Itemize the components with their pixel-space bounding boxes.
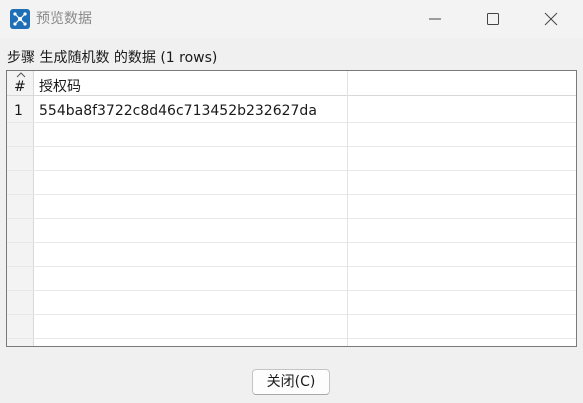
- grid-line: [7, 146, 576, 147]
- app-logo-icon: [10, 9, 30, 29]
- table-cell-auth-code[interactable]: 554ba8f3722c8d46c713452b232627da: [39, 101, 317, 121]
- header-separator: [7, 95, 576, 96]
- window-title: 预览数据: [36, 11, 92, 27]
- close-button[interactable]: 关闭(C): [252, 369, 330, 395]
- minimize-icon: [429, 18, 441, 20]
- minimize-button[interactable]: [410, 0, 460, 38]
- column-divider: [347, 71, 348, 346]
- maximize-icon: [487, 13, 499, 25]
- grid-line: [7, 122, 576, 123]
- grid-line: [7, 218, 576, 219]
- row-number: 1: [14, 103, 23, 119]
- grid-line: [7, 314, 576, 315]
- grid-line: [7, 338, 576, 339]
- grid-line: [7, 266, 576, 267]
- column-header-auth-code[interactable]: 授权码: [39, 77, 81, 97]
- grid-line: [7, 242, 576, 243]
- row-number-header[interactable]: #: [14, 77, 26, 97]
- data-grid[interactable]: # 授权码 1 554ba8f3722c8d46c713452b232627da: [6, 70, 577, 347]
- grid-line: [7, 194, 576, 195]
- close-icon: [544, 12, 558, 26]
- grid-line: [7, 290, 576, 291]
- close-window-button[interactable]: [526, 0, 576, 38]
- data-caption: 步骤 生成随机数 的数据 (1 rows): [7, 50, 218, 66]
- maximize-button[interactable]: [468, 0, 518, 38]
- grid-line: [7, 170, 576, 171]
- title-bar: 预览数据: [0, 0, 583, 38]
